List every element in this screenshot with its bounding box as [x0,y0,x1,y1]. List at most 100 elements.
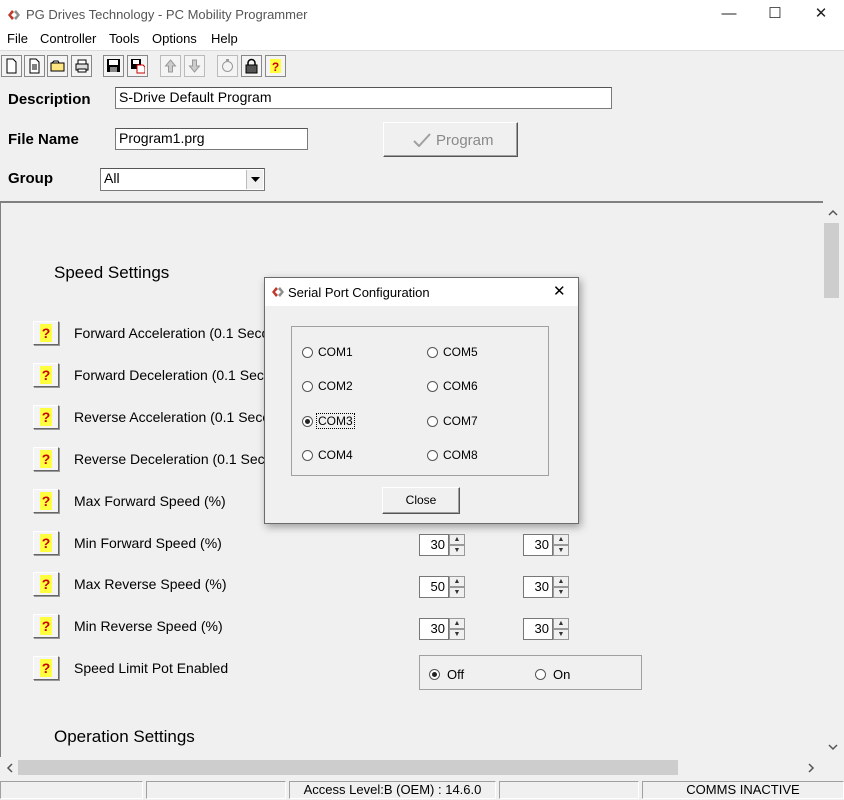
help-speed-limit-pot-button[interactable]: ? [33,656,59,680]
min-reverse-speed-stepper[interactable]: 30 ▲ ▼ [419,617,467,641]
stepper-value[interactable]: 30 [523,576,553,598]
menu-options[interactable]: Options [152,31,197,46]
new-file-button[interactable] [1,55,22,77]
min-forward-speed-stepper-2[interactable]: 30 ▲ ▼ [523,533,571,557]
description-input[interactable]: S-Drive Default Program [115,87,612,109]
program-button[interactable]: Program [383,122,518,157]
help-min-forward-speed-button[interactable]: ? [33,531,59,555]
com8-radio[interactable] [427,450,438,461]
com5-label[interactable]: COM5 [443,345,478,359]
scroll-right-icon[interactable] [808,763,815,773]
stepper-down-icon[interactable]: ▼ [449,545,465,556]
com1-radio[interactable] [302,347,313,358]
scroll-down-icon[interactable] [828,744,838,751]
forward-acceleration-label: Forward Acceleration (0.1 Seco [74,325,270,341]
lock-button[interactable] [241,55,262,77]
stepper-down-icon[interactable]: ▼ [449,629,465,640]
speed-limit-off-radio[interactable] [429,669,440,680]
help-min-reverse-speed-button[interactable]: ? [33,614,59,638]
close-window-button[interactable]: ✕ [798,0,844,30]
help-forward-acceleration-button[interactable]: ? [33,321,59,345]
com2-label[interactable]: COM2 [318,379,353,393]
group-select[interactable]: All [100,168,265,191]
save-as-button[interactable] [127,55,148,77]
scroll-up-icon[interactable] [828,209,838,216]
speed-limit-on-label: On [553,667,571,682]
speed-limit-pot-label: Speed Limit Pot Enabled [74,660,229,676]
max-reverse-speed-stepper-2[interactable]: 30 ▲ ▼ [523,575,571,599]
move-down-button[interactable] [184,55,205,77]
stepper-down-icon[interactable]: ▼ [553,629,569,640]
menu-controller[interactable]: Controller [40,31,96,46]
stepper-down-icon[interactable]: ▼ [449,587,465,598]
com1-label[interactable]: COM1 [318,345,353,359]
printer-icon [75,59,89,73]
stepper-down-icon[interactable]: ▼ [553,587,569,598]
stepper-value[interactable]: 30 [523,534,553,556]
stepper-value[interactable]: 30 [419,534,449,556]
status-panel-2 [146,781,286,799]
com3-radio[interactable] [302,416,313,427]
com8-label[interactable]: COM8 [443,448,478,462]
speed-settings-title: Speed Settings [54,263,170,282]
file-name-input[interactable]: Program1.prg [115,128,308,150]
print-button[interactable] [71,55,92,77]
minimize-button[interactable]: — [706,0,752,30]
stepper-up-icon[interactable]: ▲ [449,618,465,629]
menu-file[interactable]: File [7,31,28,46]
toolbar: ? [0,51,844,81]
lock-icon [245,58,258,74]
horizontal-scroll-thumb[interactable] [18,760,678,775]
diagnostics-button[interactable] [217,55,238,77]
menu-tools[interactable]: Tools [109,31,139,46]
help-reverse-acceleration-button[interactable]: ? [33,405,59,429]
help-button[interactable]: ? [265,55,286,77]
stepper-up-icon[interactable]: ▲ [553,576,569,587]
help-reverse-deceleration-button[interactable]: ? [33,447,59,471]
com5-radio[interactable] [427,347,438,358]
com2-radio[interactable] [302,381,313,392]
stepper-value[interactable]: 50 [419,576,449,598]
dialog-close-button[interactable]: Close [382,487,460,514]
scroll-left-icon[interactable] [6,763,13,773]
app-logo-icon [272,287,284,297]
com3-label[interactable]: COM3 [316,413,355,429]
save-button[interactable] [103,55,124,77]
stepper-down-icon[interactable]: ▼ [553,545,569,556]
com4-radio[interactable] [302,450,313,461]
com4-label[interactable]: COM4 [318,448,353,462]
help-max-forward-speed-button[interactable]: ? [33,489,59,513]
com6-radio[interactable] [427,381,438,392]
com7-label[interactable]: COM7 [443,414,478,428]
help-forward-deceleration-button[interactable]: ? [33,363,59,387]
stepper-up-icon[interactable]: ▲ [449,576,465,587]
horizontal-scrollbar[interactable] [0,757,822,779]
app-logo-icon [8,10,20,20]
forward-deceleration-label: Forward Deceleration (0.1 Seco [74,367,272,383]
vertical-scroll-thumb[interactable] [824,223,839,298]
max-reverse-speed-stepper[interactable]: 50 ▲ ▼ [419,575,467,599]
min-forward-speed-stepper[interactable]: 30 ▲ ▼ [419,533,467,557]
min-reverse-speed-stepper-2[interactable]: 30 ▲ ▼ [523,617,571,641]
stepper-up-icon[interactable]: ▲ [449,534,465,545]
help-max-reverse-speed-button[interactable]: ? [33,572,59,596]
stepper-up-icon[interactable]: ▲ [553,534,569,545]
stepper-value[interactable]: 30 [419,618,449,640]
read-controller-button[interactable] [47,55,68,77]
com7-radio[interactable] [427,416,438,427]
open-file-button[interactable] [24,55,45,77]
speed-limit-on-radio[interactable] [535,669,546,680]
dropdown-button[interactable] [246,170,263,189]
vertical-scrollbar[interactable] [822,203,844,757]
stepper-up-icon[interactable]: ▲ [553,618,569,629]
com-port-group: COM1 COM2 COM3 COM4 COM5 COM6 COM7 COM8 [291,326,549,476]
maximize-button[interactable]: ☐ [752,0,798,30]
arrow-up-icon [164,59,177,73]
menu-help[interactable]: Help [211,31,238,46]
com6-label[interactable]: COM6 [443,379,478,393]
stepper-value[interactable]: 30 [523,618,553,640]
status-panel-1 [0,781,143,799]
dialog-close-icon[interactable]: ✕ [553,282,566,300]
move-up-button[interactable] [160,55,181,77]
svg-text:?: ? [272,60,279,74]
